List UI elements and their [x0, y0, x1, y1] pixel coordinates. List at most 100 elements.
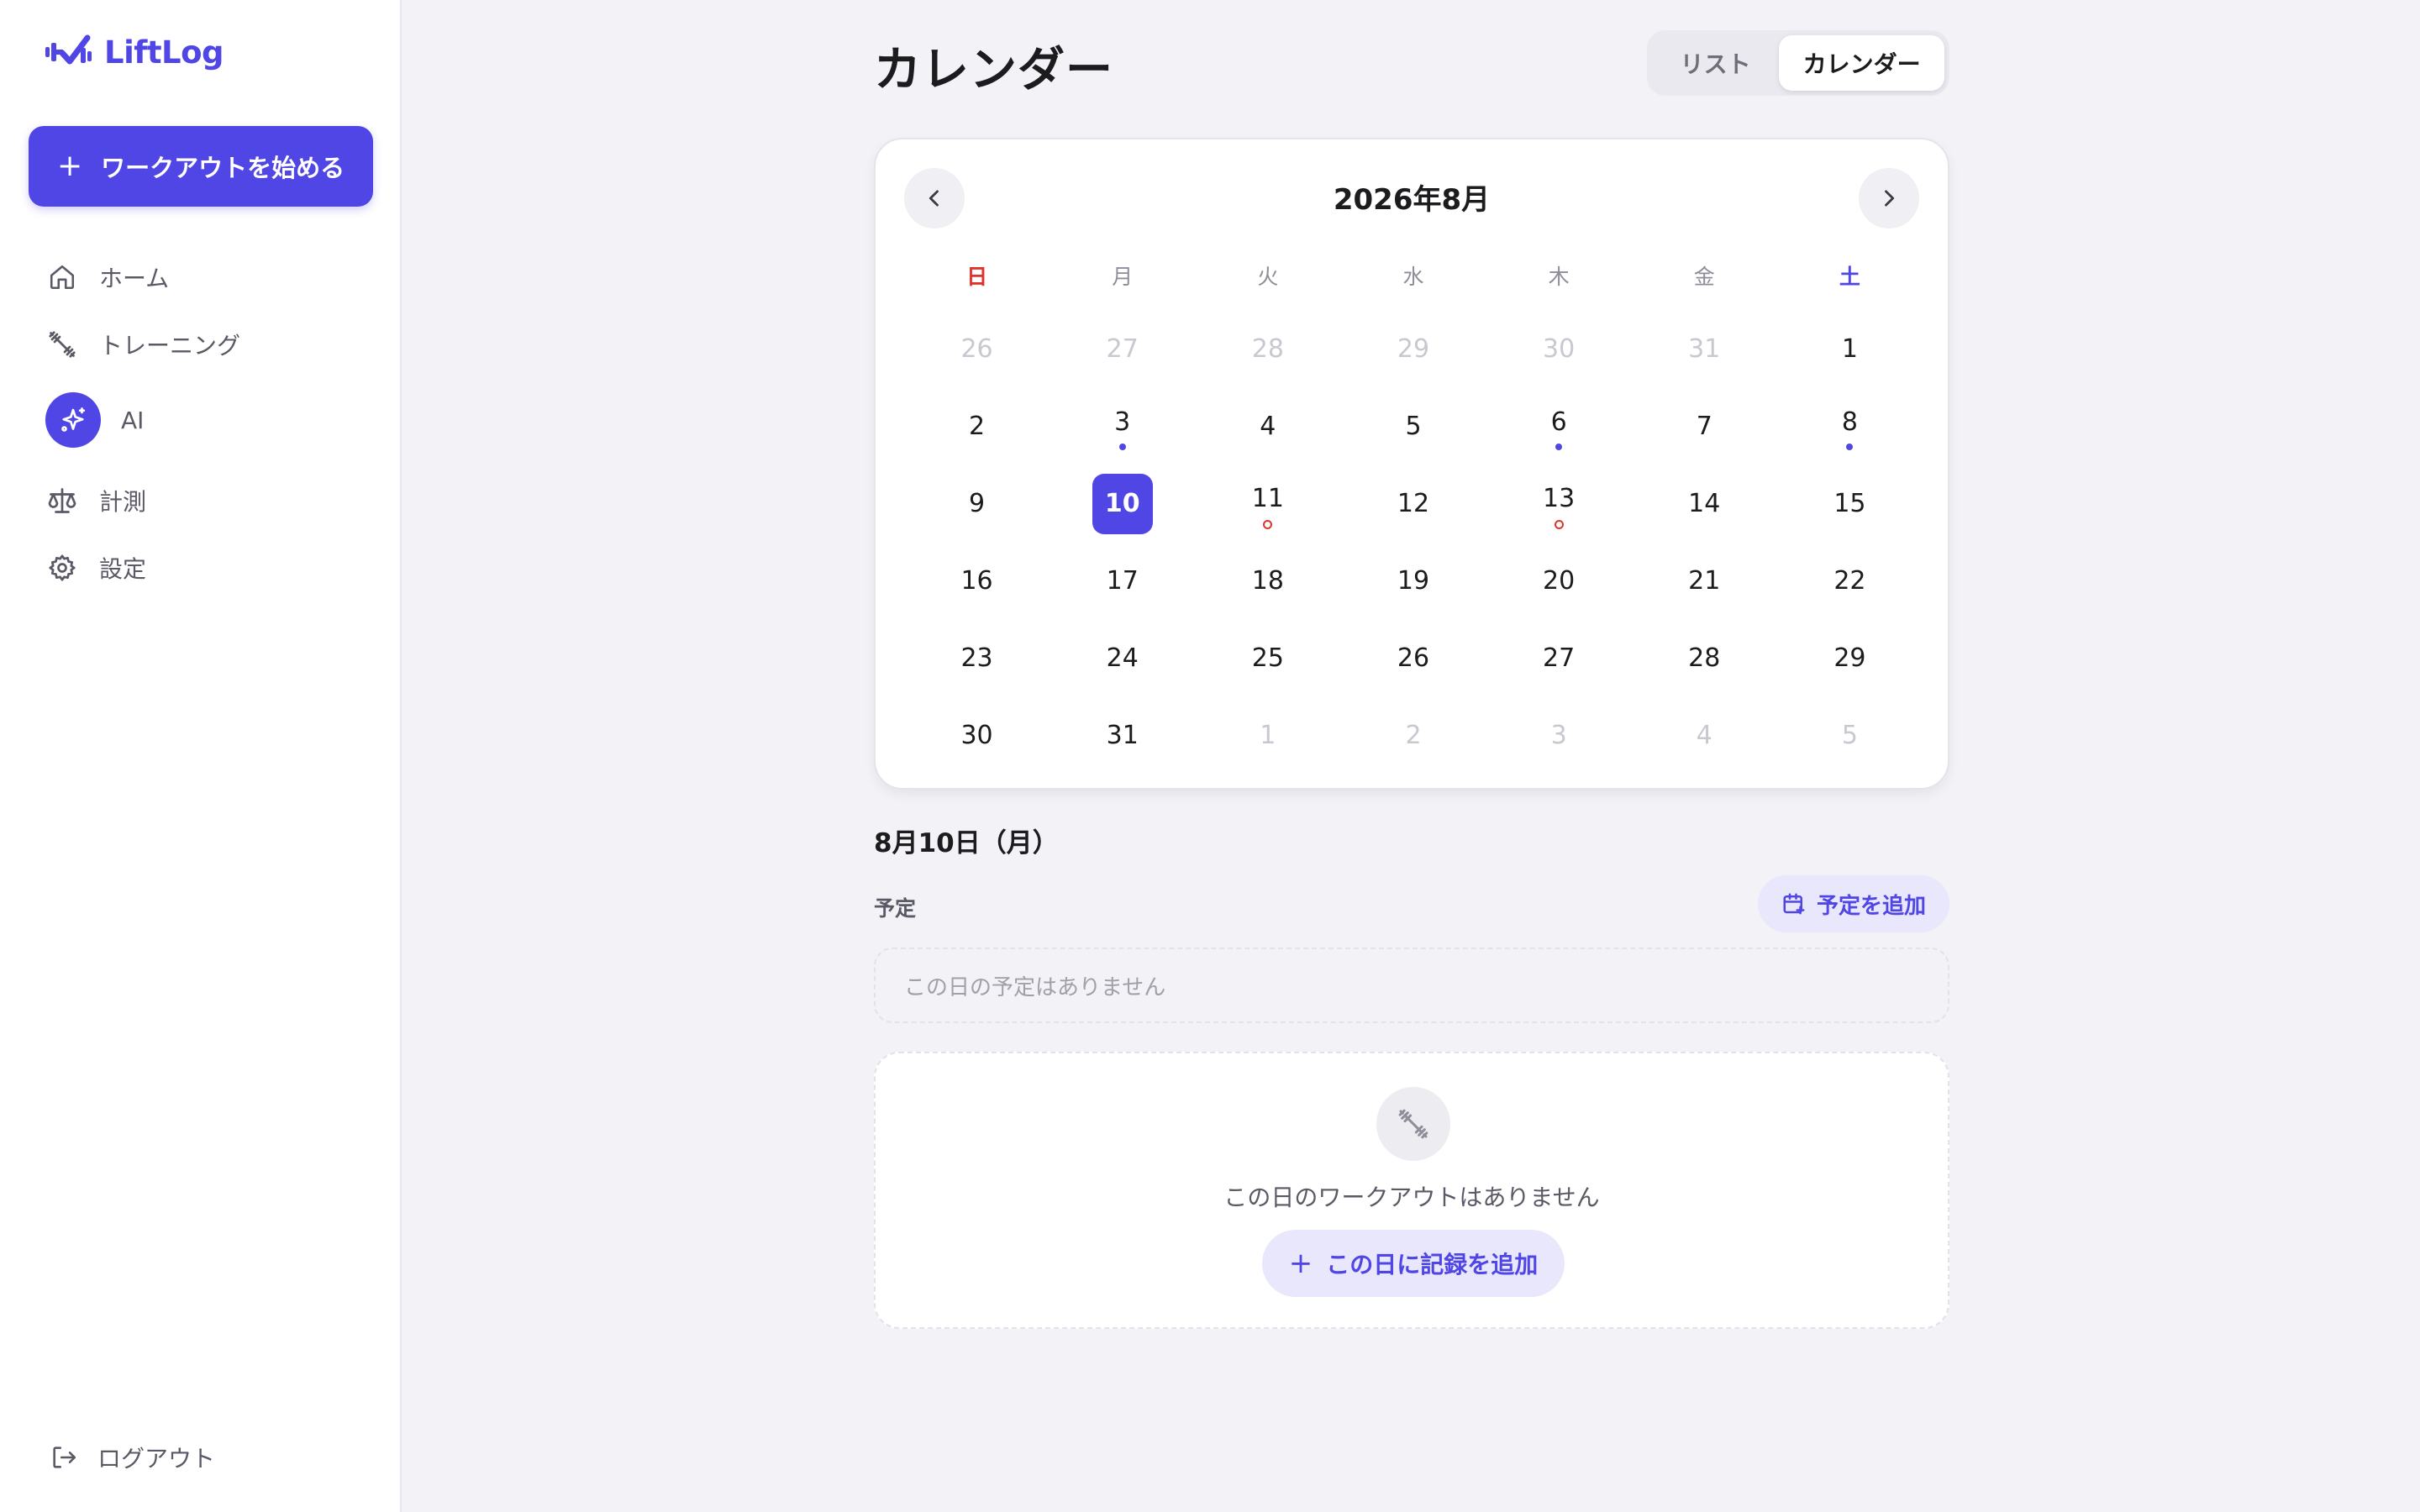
sidebar-item-label: 計測 [99, 488, 147, 516]
selected-day-highlight: 10 [1092, 474, 1153, 534]
calendar-day[interactable]: 5 [1340, 388, 1486, 465]
calendar-day[interactable]: 17 [1050, 543, 1195, 620]
calendar-day[interactable]: 26 [904, 311, 1050, 388]
dumbbell-icon [1376, 1087, 1450, 1161]
add-plan-label: 予定を追加 [1816, 893, 1926, 919]
toggle-list[interactable]: リスト [1652, 35, 1779, 91]
next-month-button[interactable] [1859, 168, 1919, 228]
day-number: 6 [1550, 407, 1567, 437]
calendar-day[interactable]: 18 [1195, 543, 1340, 620]
sidebar-item-home[interactable]: ホーム [45, 252, 169, 302]
calendar-day[interactable]: 31 [1050, 697, 1195, 774]
empty-plan-message: この日の予定はありません [874, 948, 1949, 1023]
day-number: 4 [1696, 721, 1712, 750]
calendar-day[interactable]: 1 [1777, 311, 1923, 388]
calendar-day[interactable]: 7 [1632, 388, 1777, 465]
sidebar-item-settings[interactable]: 設定 [45, 543, 146, 593]
day-number: 1 [1841, 334, 1858, 364]
calendar-day[interactable]: 11 [1195, 465, 1340, 543]
day-number: 14 [1688, 489, 1721, 518]
plan-dot [1554, 519, 1564, 529]
sidebar-item-label: 設定 [99, 555, 147, 583]
day-number: 28 [1688, 643, 1721, 673]
calendar-day[interactable]: 2 [1340, 697, 1486, 774]
day-number: 21 [1688, 566, 1721, 596]
day-number: 18 [1251, 566, 1284, 596]
app-logo[interactable]: LiftLog [44, 27, 224, 77]
calendar-day[interactable]: 16 [904, 543, 1050, 620]
calendar-day[interactable]: 4 [1632, 697, 1777, 774]
plan-dot [1263, 519, 1273, 529]
day-number: 26 [1397, 643, 1430, 673]
day-number: 20 [1543, 566, 1576, 596]
workout-dot [1555, 444, 1563, 450]
day-number: 4 [1260, 412, 1276, 441]
day-number: 5 [1405, 412, 1422, 441]
calendar-day[interactable]: 8 [1777, 388, 1923, 465]
calendar-day[interactable]: 29 [1777, 620, 1923, 697]
chevron-right-icon [1885, 190, 1895, 207]
calendar-day[interactable]: 15 [1777, 465, 1923, 543]
calendar-day[interactable]: 19 [1340, 543, 1486, 620]
calendar-day[interactable]: 25 [1195, 620, 1340, 697]
calendar-day[interactable]: 31 [1632, 311, 1777, 388]
logout-button[interactable]: ログアウト [47, 1432, 215, 1483]
sidebar-item-ai[interactable]: AI [45, 392, 144, 448]
calendar-day[interactable]: 1 [1195, 697, 1340, 774]
day-number: 22 [1833, 566, 1866, 596]
calendar-day[interactable]: 20 [1486, 543, 1632, 620]
sidebar-item-measure[interactable]: 計測 [45, 475, 146, 526]
day-number: 27 [1543, 643, 1576, 673]
calendar-day[interactable]: 23 [904, 620, 1050, 697]
start-workout-button[interactable]: + ワークアウトを始める [29, 126, 373, 207]
calendar-day[interactable]: 28 [1632, 620, 1777, 697]
calendar-day[interactable]: 27 [1486, 620, 1632, 697]
calendar-day[interactable]: 22 [1777, 543, 1923, 620]
day-number: 25 [1251, 643, 1284, 673]
sidebar-item-label: ホーム [99, 265, 170, 292]
calendar-day[interactable]: 30 [904, 697, 1050, 774]
calendar-day[interactable]: 13 [1486, 465, 1632, 543]
calendar-day[interactable]: 26 [1340, 620, 1486, 697]
weekday-label: 土 [1839, 265, 1860, 289]
app-name: LiftLog [104, 34, 224, 71]
calendar-day[interactable]: 3 [1486, 697, 1632, 774]
day-number: 30 [1543, 334, 1576, 364]
calendar-day[interactable]: 29 [1340, 311, 1486, 388]
calendar-day[interactable]: 27 [1050, 311, 1195, 388]
calendar-day[interactable]: 12 [1340, 465, 1486, 543]
calendar-day[interactable]: 21 [1632, 543, 1777, 620]
calendar-day[interactable]: 24 [1050, 620, 1195, 697]
calendar-day[interactable]: 6 [1486, 388, 1632, 465]
calendar-day[interactable]: 3 [1050, 388, 1195, 465]
view-toggle: リスト カレンダー [1647, 30, 1949, 96]
workout-empty-card: この日のワークアウトはありません + この日に記録を追加 [874, 1052, 1949, 1329]
calendar-day[interactable]: 4 [1195, 388, 1340, 465]
workout-dot [1846, 444, 1854, 450]
sidebar-item-label: トレーニング [99, 332, 241, 360]
calendar-day[interactable]: 2 [904, 388, 1050, 465]
logout-label: ログアウト [97, 1445, 216, 1473]
day-number: 2 [1405, 721, 1422, 750]
sidebar: LiftLog + ワークアウトを始める ホーム トレーニング AI 計測 設定… [0, 0, 402, 1512]
calendar-day-selected[interactable]: 10 [1050, 465, 1195, 543]
calendar-day[interactable]: 30 [1486, 311, 1632, 388]
calendar-card: 2026年8月 日 月 火 水 木 金 土 26 27 28 29 30 31 1 2 3 4 5 6… [874, 138, 1949, 790]
weekday-header: 日 月 火 水 木 金 土 [904, 260, 1923, 294]
calendar-day[interactable]: 14 [1632, 465, 1777, 543]
day-number: 2 [969, 412, 986, 441]
calendar-day[interactable]: 9 [904, 465, 1050, 543]
toggle-calendar[interactable]: カレンダー [1779, 35, 1944, 91]
scale-icon [45, 484, 79, 517]
calendar-grid: 26 27 28 29 30 31 1 2 3 4 5 6 7 8 9 10 11 12 13 14 15 16 17 18 1… [904, 311, 1923, 774]
start-workout-label: ワークアウトを始める [101, 154, 345, 182]
day-number: 30 [960, 721, 993, 750]
add-plan-button[interactable]: 予定を追加 [1758, 875, 1949, 932]
dumbbell-icon [45, 328, 79, 361]
calendar-day[interactable]: 5 [1777, 697, 1923, 774]
calendar-day[interactable]: 28 [1195, 311, 1340, 388]
day-number: 19 [1397, 566, 1430, 596]
weekday-label: 月 [1112, 265, 1134, 289]
sidebar-item-training[interactable]: トレーニング [45, 319, 240, 370]
add-record-button[interactable]: + この日に記録を追加 [1262, 1230, 1565, 1297]
